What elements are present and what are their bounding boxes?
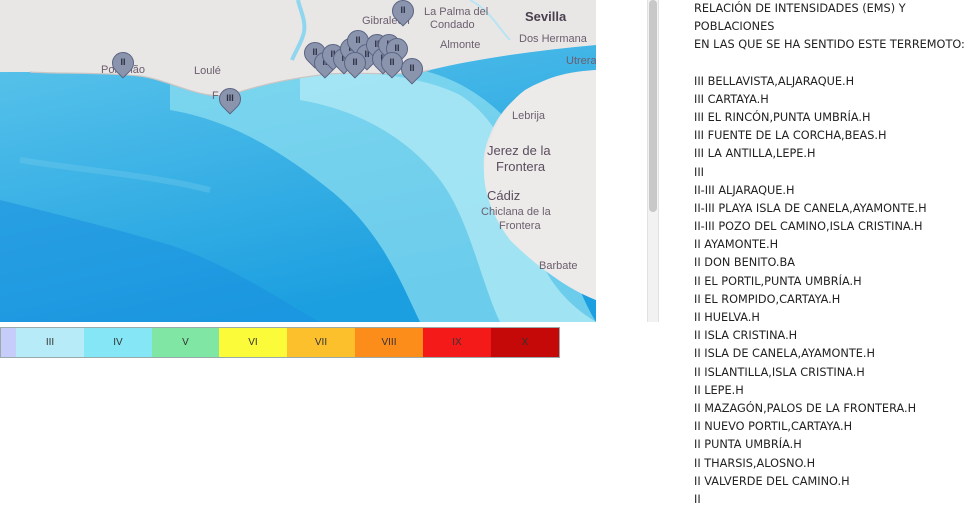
report-item: II-III POZO DEL CAMINO,ISLA CRISTINA.H <box>694 220 923 234</box>
report-item: II THARSIS,ALOSNO.H <box>694 456 816 470</box>
report-item: III FUENTE DE LA CORCHA,BEAS.H <box>694 129 887 143</box>
place-label-jerez1: Jerez de la <box>487 143 551 158</box>
place-label-loule: Loulé <box>194 65 221 77</box>
report-item: III LA ANTILLA,LEPE.H <box>694 147 816 161</box>
intensity-marker[interactable]: II <box>339 47 371 86</box>
legend-cell-v: V <box>152 328 219 357</box>
marker-intensity-label: II <box>400 5 406 15</box>
report-item: III CARTAYA.H <box>694 92 769 106</box>
legend-cell-viii: VIII <box>355 328 423 357</box>
report-item: II ISLA CRISTINA.H <box>694 329 798 343</box>
report-item: III EL RINCÓN,PUNTA UMBRÍA.H <box>694 110 871 124</box>
report-item: II ISLANTILLA,ISLA CRISTINA.H <box>694 365 865 379</box>
place-label-chiclana1: Chiclana de la <box>481 206 551 218</box>
place-label-dos-hermanas: Dos Hermana <box>519 33 587 45</box>
marker-intensity-label: II <box>120 57 126 67</box>
place-label-chiclana2: Frontera <box>499 220 541 232</box>
report-item: II <box>694 492 701 506</box>
report-item: II DON BENITO.BA <box>694 256 795 270</box>
marker-intensity-label: III <box>226 93 234 103</box>
report-header-line-2: POBLACIONES <box>694 20 775 34</box>
legend-cell-ix: IX <box>423 328 491 357</box>
marker-intensity-label: II <box>389 57 395 67</box>
report-header-line-3: EN LAS QUE SE HA SENTIDO ESTE TERREMOTO: <box>694 38 965 52</box>
intensity-legend: III IV V VI VII VIII IX X <box>0 327 560 358</box>
report-item: II VALVERDE DEL CAMINO.H <box>694 474 850 488</box>
report-item: III <box>694 165 704 179</box>
report-item: II-III ALJARAQUE.H <box>694 183 795 197</box>
place-label-la-palma: La Palma del <box>424 6 489 18</box>
report-item: II-III PLAYA ISLA DE CANELA,AYAMONTE.H <box>694 201 927 215</box>
report-header-line-1: RELACIÓN DE INTENSIDADES (EMS) Y <box>694 2 906 15</box>
report-item: III BELLAVISTA,ALJARAQUE.H <box>694 74 855 88</box>
legend-cell-iii: III <box>16 328 84 357</box>
place-label-sevilla: Sevilla <box>525 9 567 24</box>
intensity-marker[interactable]: II <box>387 0 419 34</box>
report-item: II NUEVO PORTIL,CARTAYA.H <box>694 420 853 434</box>
place-label-barbate: Barbate <box>539 260 578 272</box>
place-label-condado: Condado <box>430 19 475 31</box>
legend-cell-vii: VII <box>287 328 355 357</box>
report-item: II AYAMONTE.H <box>694 238 779 252</box>
report-item: II ISLA DE CANELA,AYAMONTE.H <box>694 347 875 361</box>
place-label-lebrija: Lebrija <box>512 110 546 122</box>
marker-intensity-label: II <box>409 63 415 73</box>
report-item: II EL PORTIL,PUNTA UMBRÍA.H <box>694 274 862 288</box>
report-item: II LEPE.H <box>694 383 744 397</box>
report-list: III BELLAVISTA,ALJARAQUE.H III CARTAYA.H I… <box>694 73 974 509</box>
place-label-cadiz: Cádiz <box>487 188 521 203</box>
legend-cell-iv: IV <box>84 328 152 357</box>
report-item: II EL ROMPIDO,CARTAYA.H <box>694 292 841 306</box>
report-item: II PUNTA UMBRÍA.H <box>694 438 802 452</box>
place-label-jerez2: Frontera <box>496 159 546 174</box>
intensity-map[interactable]: Gibraleón La Palma del Condado Sevilla Almon… <box>0 0 596 322</box>
report-item: II MAZAGÓN,PALOS DE LA FRONTERA.H <box>694 401 917 415</box>
intensity-marker[interactable]: II <box>396 53 428 92</box>
legend-cell-x: X <box>491 328 559 357</box>
marker-intensity-label: II <box>352 57 358 67</box>
legend-cell-vi: VI <box>219 328 287 357</box>
report-item: II HUELVA.H <box>694 311 760 325</box>
place-label-utrera: Utrera <box>566 55 596 67</box>
scrollbar-thumb[interactable] <box>649 0 657 212</box>
intensity-marker[interactable]: III <box>214 83 246 122</box>
place-label-almonte: Almonte <box>440 39 481 51</box>
intensity-report: RELACIÓN DE INTENSIDADES (EMS) Y POBLACI… <box>694 0 974 509</box>
intensity-marker[interactable]: II <box>107 47 139 86</box>
legend-cell-ii <box>1 328 16 357</box>
